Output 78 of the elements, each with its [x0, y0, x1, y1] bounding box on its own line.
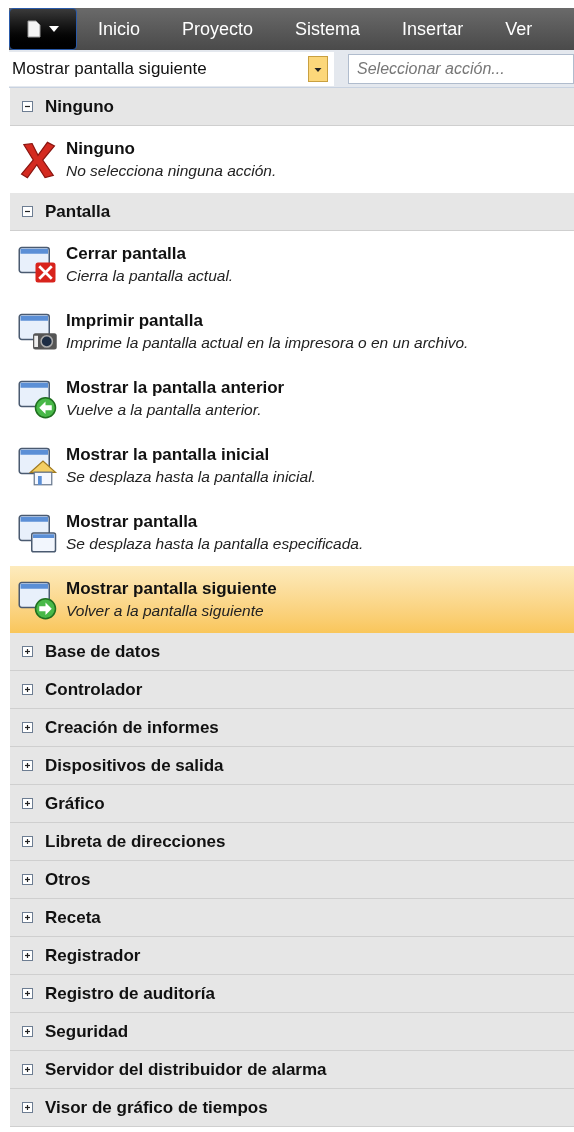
menu-tab[interactable]: Inicio	[77, 8, 162, 50]
collapse-icon[interactable]	[22, 206, 33, 217]
group-header[interactable]: Dispositivos de salida	[10, 747, 574, 785]
action-description: Imprime la pantalla actual en la impresora o en un archivo.	[66, 332, 469, 353]
group-title: Pantalla	[45, 200, 111, 223]
group-header[interactable]: Pantalla	[10, 193, 574, 231]
group-title: Ninguno	[45, 95, 114, 118]
group-header[interactable]: Creación de informes	[10, 709, 574, 747]
group-header[interactable]: Base de datos	[10, 633, 574, 671]
two-windows-icon	[18, 512, 58, 553]
group-title: Seguridad	[45, 1020, 129, 1043]
group-header[interactable]: Ninguno	[10, 88, 574, 126]
group-title: Controlador	[45, 678, 143, 701]
expand-icon[interactable]	[22, 1026, 33, 1037]
menu-tab[interactable]: Proyecto	[161, 8, 275, 50]
window-camera-icon	[18, 311, 58, 352]
expand-icon[interactable]	[22, 1064, 33, 1075]
collapse-icon[interactable]	[22, 101, 33, 112]
group-title: Creación de informes	[45, 716, 219, 739]
expand-icon[interactable]	[22, 646, 33, 657]
expand-icon[interactable]	[22, 874, 33, 885]
window-right-arrow-icon	[18, 579, 58, 620]
expand-icon[interactable]	[22, 1102, 33, 1113]
menu-tab[interactable]: Insertar	[381, 8, 485, 50]
group-header[interactable]: Controlador	[10, 671, 574, 709]
expand-icon[interactable]	[22, 760, 33, 771]
group-title: Visor de gráfico de tiempos	[45, 1096, 268, 1119]
group-title: Servidor del distribuidor de alarma	[45, 1058, 327, 1081]
group-title: Registrador	[45, 944, 141, 967]
action-description: Volver a la pantalla siguiente	[66, 600, 265, 621]
expand-icon[interactable]	[22, 950, 33, 961]
group-header[interactable]: Servidor del distribuidor de alarma	[10, 1051, 574, 1089]
group-title: Libreta de direcciones	[45, 830, 226, 853]
group-title: Gráfico	[45, 792, 105, 815]
group-header[interactable]: Libreta de direcciones	[10, 823, 574, 861]
action-description: No selecciona ninguna acción.	[66, 160, 277, 181]
group-header[interactable]: Otros	[10, 861, 574, 899]
menu-tab[interactable]: Ver	[484, 8, 554, 50]
dropdown-caret-icon[interactable]	[308, 55, 328, 82]
search-field[interactable]: Seleccionar acción...	[348, 53, 574, 84]
action-title: Cerrar pantalla	[66, 242, 187, 265]
group-title: Base de datos	[45, 640, 161, 663]
document-icon	[27, 20, 41, 38]
action-title: Mostrar la pantalla inicial	[66, 443, 271, 466]
action-title: Ninguno	[66, 137, 136, 160]
action-title: Mostrar pantalla siguiente	[66, 577, 277, 600]
caret-icon	[49, 26, 59, 32]
menu-tab[interactable]: Sistema	[274, 8, 382, 50]
group-header[interactable]: Registro de auditoría	[10, 975, 574, 1013]
action-description: Cierra la pantalla actual.	[66, 265, 234, 286]
expand-icon[interactable]	[22, 722, 33, 733]
expand-icon[interactable]	[22, 836, 33, 847]
group-title: Registro de auditoría	[45, 982, 216, 1005]
action-description: Se desplaza hasta la pantalla inicial.	[66, 466, 316, 487]
expand-icon[interactable]	[22, 988, 33, 999]
window-house-icon	[18, 445, 58, 486]
group-title: Receta	[45, 906, 101, 929]
action-title: Mostrar pantalla	[66, 510, 199, 533]
group-title: Otros	[45, 868, 91, 891]
action-dropdown[interactable]: Mostrar pantalla siguiente	[9, 51, 334, 86]
group-header[interactable]: Visor de gráfico de tiempos	[10, 1089, 574, 1127]
group-title: Dispositivos de salida	[45, 754, 224, 777]
action-title: Imprimir pantalla	[66, 309, 204, 332]
action-description: Vuelve a la pantalla anterior.	[66, 399, 263, 420]
group-header[interactable]: Gráfico	[10, 785, 574, 823]
window-left-arrow-icon	[18, 378, 58, 419]
group-header[interactable]: Receta	[10, 899, 574, 937]
action-title: Mostrar la pantalla anterior	[66, 376, 285, 399]
group-header[interactable]: Registrador	[10, 937, 574, 975]
expand-icon[interactable]	[22, 798, 33, 809]
group-header[interactable]: Seguridad	[10, 1013, 574, 1051]
action-item[interactable]: Mostrar pantalla siguiente Volver a la pantalla siguiente	[10, 566, 574, 633]
action-description: Se desplaza hasta la pantalla especificada.	[66, 533, 364, 554]
file-menu-button[interactable]	[9, 8, 77, 50]
expand-icon[interactable]	[22, 912, 33, 923]
cross-icon	[18, 139, 58, 180]
window-close-icon	[18, 244, 58, 285]
expand-icon[interactable]	[22, 684, 33, 695]
